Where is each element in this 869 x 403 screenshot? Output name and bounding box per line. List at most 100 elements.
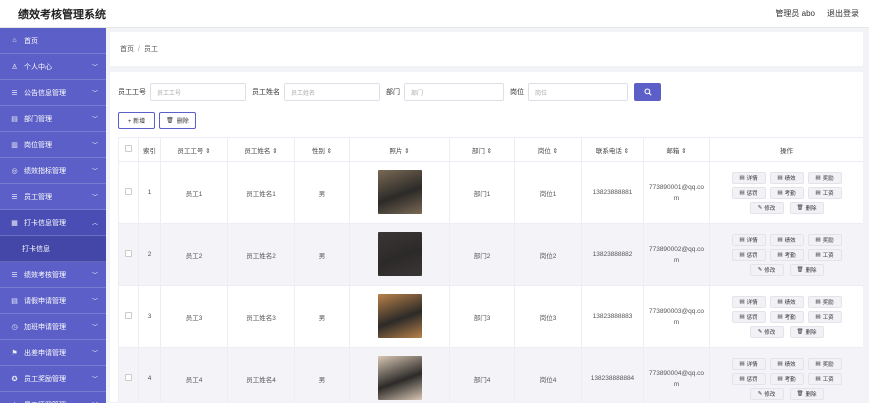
cell-gender: 男 bbox=[294, 285, 350, 348]
sidebar-item[interactable]: ▦ 打卡信息管理 ︿ bbox=[0, 210, 106, 236]
detail-button[interactable]: ▤ 详情 bbox=[731, 357, 766, 370]
sidebar-item[interactable]: ♙ 个人中心 ﹀ bbox=[0, 54, 106, 80]
employee-photo[interactable] bbox=[377, 293, 422, 338]
sidebar-item-label: 绩效考核管理 bbox=[24, 271, 66, 279]
col-department[interactable]: 部门 ⇕ bbox=[449, 137, 515, 162]
col-phone[interactable]: 联系电话 ⇕ bbox=[581, 137, 644, 162]
detail-button[interactable]: ▤ 详情 bbox=[731, 171, 766, 184]
col-email[interactable]: 邮箱 ⇕ bbox=[643, 137, 710, 162]
performance-button[interactable]: ▤ 绩效 bbox=[769, 295, 804, 308]
row-checkbox[interactable] bbox=[125, 312, 132, 319]
sort-icon[interactable]: ⇕ bbox=[272, 148, 277, 155]
punish-button-label: 惩罚 bbox=[746, 190, 758, 197]
label-employee-no: 员工工号 bbox=[118, 89, 146, 96]
sort-icon[interactable]: ⇕ bbox=[487, 148, 492, 155]
admin-name[interactable]: 管理员 abo bbox=[775, 8, 815, 19]
sidebar-item[interactable]: ☰ 公告信息管理 ﹀ bbox=[0, 80, 106, 106]
sidebar-item[interactable]: ▤ 部门管理 ﹀ bbox=[0, 106, 106, 132]
performance-button[interactable]: ▤ 绩效 bbox=[769, 171, 804, 184]
add-button[interactable]: + 新增 bbox=[118, 112, 155, 129]
sort-icon[interactable]: ⇕ bbox=[624, 148, 629, 155]
col-post[interactable]: 岗位 ⇕ bbox=[514, 137, 582, 162]
logout-link[interactable]: 退出登录 bbox=[827, 8, 859, 19]
delete-row-button[interactable]: 🗑 删除 bbox=[789, 387, 824, 400]
employee-no: 员工2 bbox=[185, 252, 203, 260]
sort-icon[interactable]: ⇕ bbox=[404, 148, 409, 155]
employee-photo[interactable] bbox=[377, 231, 422, 276]
row-checkbox[interactable] bbox=[125, 188, 132, 195]
edit-button[interactable]: ✎ 修改 bbox=[749, 263, 784, 276]
table-row: 2 员工2 员工姓名2 男 部门2 岗位2 13823888882 773890002@qq.… bbox=[118, 223, 863, 286]
department-input[interactable]: 部门 bbox=[404, 83, 504, 101]
select-all-checkbox[interactable] bbox=[125, 145, 132, 152]
department: 部门3 bbox=[473, 314, 491, 322]
col-employee-no[interactable]: 员工工号 ⇕ bbox=[160, 137, 228, 162]
row-checkbox[interactable] bbox=[125, 250, 132, 257]
edit-button[interactable]: ✎ 修改 bbox=[749, 325, 784, 338]
attendance-button[interactable]: ▤ 考勤 bbox=[769, 372, 804, 385]
attendance-button-label: 考勤 bbox=[784, 314, 796, 321]
sidebar-item[interactable]: ⚑ 出差申请管理 ﹀ bbox=[0, 340, 106, 366]
salary-button[interactable]: ▤ 工资 bbox=[807, 310, 842, 323]
col-employee-name[interactable]: 员工姓名 ⇕ bbox=[227, 137, 295, 162]
salary-button[interactable]: ▤ 工资 bbox=[807, 248, 842, 261]
salary-button[interactable]: ▤ 工资 bbox=[807, 372, 842, 385]
employee-name-input[interactable]: 员工姓名 bbox=[284, 83, 380, 101]
row-index: 2 bbox=[147, 251, 152, 258]
sidebar-item[interactable]: ✪ 员工奖励管理 ﹀ bbox=[0, 366, 106, 392]
employee-photo[interactable] bbox=[377, 355, 422, 400]
attendance-button[interactable]: ▤ 考勤 bbox=[769, 186, 804, 199]
detail-button[interactable]: ▤ 详情 bbox=[731, 295, 766, 308]
sort-icon[interactable]: ⇕ bbox=[205, 148, 210, 155]
reward-button[interactable]: ▤ 奖励 bbox=[807, 233, 842, 246]
row-checkbox[interactable] bbox=[125, 374, 132, 381]
attendance-button[interactable]: ▤ 考勤 bbox=[769, 248, 804, 261]
delete-button[interactable]: 🗑 删除 bbox=[159, 112, 196, 129]
sort-icon[interactable]: ⇕ bbox=[681, 148, 686, 155]
edit-button[interactable]: ✎ 修改 bbox=[749, 387, 784, 400]
delete-row-button[interactable]: 🗑 删除 bbox=[789, 201, 824, 214]
sidebar-item[interactable]: ☰ 绩效考核管理 ﹀ bbox=[0, 262, 106, 288]
punish-button[interactable]: ▤ 惩罚 bbox=[731, 248, 766, 261]
performance-button[interactable]: ▤ 绩效 bbox=[769, 357, 804, 370]
breadcrumb-home[interactable]: 首页 bbox=[120, 44, 134, 54]
performance-button[interactable]: ▤ 绩效 bbox=[769, 233, 804, 246]
delete-row-button[interactable]: 🗑 删除 bbox=[789, 263, 824, 276]
table-row: 3 员工3 员工姓名3 男 部门3 岗位3 13823888883 773890003@qq.… bbox=[118, 285, 863, 348]
salary-button[interactable]: ▤ 工资 bbox=[807, 186, 842, 199]
reward-button[interactable]: ▤ 奖励 bbox=[807, 357, 842, 370]
employee-no-input[interactable]: 员工工号 bbox=[150, 83, 246, 101]
detail-button[interactable]: ▤ 详情 bbox=[731, 233, 766, 246]
col-photo-label: 照片 bbox=[389, 147, 403, 155]
punish-button[interactable]: ▤ 惩罚 bbox=[731, 372, 766, 385]
sidebar-item[interactable]: ◎ 绩效指标管理 ﹀ bbox=[0, 158, 106, 184]
sidebar-item-label: 员工管理 bbox=[24, 193, 52, 201]
punish-button[interactable]: ▤ 惩罚 bbox=[731, 310, 766, 323]
reward-button[interactable]: ▤ 奖励 bbox=[807, 171, 842, 184]
post-input[interactable]: 岗位 bbox=[528, 83, 628, 101]
sidebar-item[interactable]: ▤ 请假申请管理 ﹀ bbox=[0, 288, 106, 314]
header-checkbox[interactable] bbox=[118, 137, 139, 162]
sidebar-item[interactable]: ◷ 加班申请管理 ﹀ bbox=[0, 314, 106, 340]
col-photo[interactable]: 照片 ⇕ bbox=[349, 137, 450, 162]
attendance-button[interactable]: ▤ 考勤 bbox=[769, 310, 804, 323]
punish-button[interactable]: ▤ 惩罚 bbox=[731, 186, 766, 199]
cell-phone: 13823888882 bbox=[581, 223, 644, 286]
sidebar-subitem-checkin[interactable]: 打卡信息 bbox=[0, 236, 106, 262]
edit-button[interactable]: ✎ 修改 bbox=[749, 201, 784, 214]
sort-icon[interactable]: ⇕ bbox=[327, 148, 332, 155]
sidebar-item[interactable]: ☰ 员工管理 ﹀ bbox=[0, 184, 106, 210]
sidebar-item-label: 公告信息管理 bbox=[24, 89, 66, 97]
sort-icon[interactable]: ⇕ bbox=[553, 148, 558, 155]
target-icon: ◎ bbox=[11, 167, 18, 175]
sidebar-item[interactable]: ▥ 岗位管理 ﹀ bbox=[0, 132, 106, 158]
delete-row-button[interactable]: 🗑 删除 bbox=[789, 325, 824, 338]
delete-row-button-label: 删除 bbox=[805, 329, 817, 336]
sidebar-item[interactable]: ⌂ 首页 bbox=[0, 28, 106, 54]
employee-photo[interactable] bbox=[377, 169, 422, 214]
col-gender[interactable]: 性别 ⇕ bbox=[294, 137, 350, 162]
reward-button[interactable]: ▤ 奖励 bbox=[807, 295, 842, 308]
sidebar-item[interactable]: ⚠员工惩罚管理﹀ bbox=[0, 392, 106, 403]
search-button[interactable] bbox=[634, 83, 661, 101]
cell-operations: ▤ 详情 ▤ 绩效 ▤ 奖励 ▤ 惩罚 ▤ 考勤 ▤ 工资 ✎ 修改 🗑 删除 bbox=[709, 223, 863, 286]
